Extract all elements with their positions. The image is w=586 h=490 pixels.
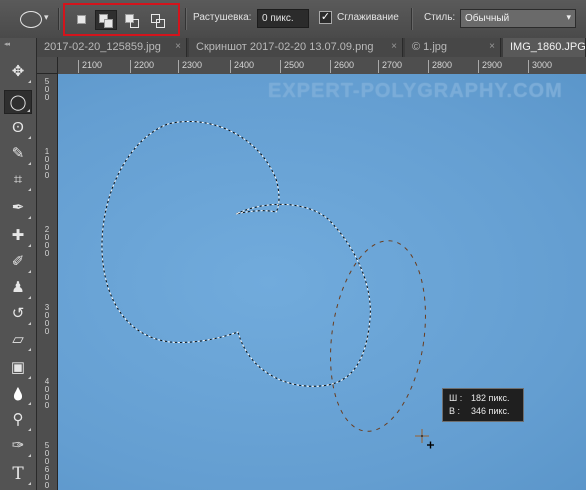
healing-brush-icon: ✚ (11, 227, 25, 244)
tab-document-3[interactable]: © 1.jpg × (405, 38, 501, 57)
width-key: Ш : (449, 393, 463, 403)
healing-brush-tool[interactable]: ✚ (4, 224, 32, 248)
add-to-selection-button[interactable] (95, 10, 117, 30)
feather-label: Растушевка: (193, 12, 252, 23)
ruler-tick: 0 (44, 93, 50, 102)
tab-document-1[interactable]: 2017-02-20_125859.jpg × (37, 38, 187, 57)
ruler-tick: 2200 (130, 60, 154, 73)
divider (185, 8, 187, 30)
eyedropper-tool[interactable]: ✒ (4, 196, 32, 220)
move-icon: ✥ (11, 63, 25, 80)
close-icon[interactable]: × (175, 41, 181, 52)
style-select-value: Обычный (465, 13, 510, 24)
clone-stamp-tool[interactable]: ♟ (4, 276, 32, 300)
feather-input[interactable]: 0 пикс. (257, 9, 309, 28)
history-brush-icon: ↺ (11, 305, 25, 322)
ruler-tick: 2900 (478, 60, 502, 73)
tab-label: © 1.jpg (412, 41, 448, 53)
tab-document-4[interactable]: IMG_1860.JPG (503, 38, 586, 57)
horizontal-ruler[interactable]: 2100 2200 2300 2400 2500 2600 2700 2800 … (58, 57, 586, 75)
new-selection-icon (77, 15, 86, 24)
document-tabs: 2017-02-20_125859.jpg × Скриншот 2017-02… (37, 38, 586, 58)
chevron-down-icon: ▾ (44, 12, 49, 22)
options-bar: ▾ Растушевка: 0 пикс. ✓ Сглаживание Стил… (0, 0, 586, 39)
ruler-tick: 2800 (428, 60, 452, 73)
type-tool[interactable]: T (4, 462, 32, 486)
chevron-down-icon: ▾ (566, 12, 571, 22)
ruler-tick: 2100 (78, 60, 102, 73)
selection-overlay (101, 120, 426, 432)
dodge-tool[interactable]: ⚲ (4, 408, 32, 432)
quick-selection-tool[interactable]: ✎ (4, 142, 32, 166)
selection-size-tooltip: Ш : 182 пикс. В : 346 пикс. (442, 388, 524, 422)
crop-icon: ⌗ (13, 171, 23, 188)
document-canvas[interactable]: EXPERT-POLYGRAPHY.COM Ш :182 пикс. В :34… (58, 74, 586, 490)
ruler-tick: 0 (44, 481, 50, 490)
crosshair-plus-icon (415, 429, 434, 449)
height-value: 346 пикс. (471, 406, 510, 416)
ruler-tick: 2600 (330, 60, 354, 73)
style-select[interactable]: Обычный ▾ (460, 9, 576, 28)
new-selection-button[interactable] (71, 10, 93, 30)
divider (411, 8, 413, 30)
width-value: 182 пикс. (471, 393, 510, 403)
dodge-icon: ⚲ (12, 411, 24, 428)
ruler-tick: 2700 (378, 60, 402, 73)
eyedropper-icon: ✒ (11, 199, 25, 216)
gradient-icon: ▣ (10, 359, 26, 376)
ruler-tick: 0 (44, 401, 50, 410)
elliptical-marquee-icon (20, 11, 42, 28)
ruler-tick: 0 (44, 327, 50, 336)
ruler-tick: 3000 (528, 60, 552, 73)
elliptical-marquee-tool[interactable]: ◯ (4, 90, 32, 114)
ruler-tick: 2500 (280, 60, 304, 73)
tab-label: IMG_1860.JPG (510, 41, 586, 53)
lasso-icon: ʘ (12, 119, 24, 136)
blur-tool[interactable]: 💧 (4, 382, 32, 406)
brush-tool[interactable]: ✐ (4, 250, 32, 274)
elliptical-marquee-icon: ◯ (9, 94, 27, 111)
brush-icon: ✐ (11, 253, 25, 270)
divider (58, 8, 60, 30)
history-brush-tool[interactable]: ↺ (4, 302, 32, 326)
height-key: В : (449, 406, 461, 416)
pen-tool[interactable]: ✑ (4, 434, 32, 458)
pen-icon: ✑ (11, 437, 25, 454)
close-icon[interactable]: × (391, 41, 397, 52)
intersect-with-selection-button[interactable] (147, 10, 169, 30)
ruler-tick: 0 (44, 171, 50, 180)
gradient-tool[interactable]: ▣ (4, 356, 32, 380)
lasso-tool[interactable]: ʘ (4, 116, 32, 140)
selection-mode-group (63, 3, 180, 36)
antialias-label: Сглаживание (337, 12, 399, 23)
tool-preset-picker[interactable]: ▾ (18, 8, 52, 30)
eraser-icon: ▱ (12, 331, 24, 348)
antialias-checkbox[interactable]: ✓ (319, 11, 332, 24)
blur-icon: 💧 (10, 387, 26, 401)
eraser-tool[interactable]: ▱ (4, 328, 32, 352)
ruler-origin[interactable] (37, 57, 58, 74)
ruler-tick: 0 (44, 249, 50, 258)
close-icon[interactable]: × (489, 41, 495, 52)
selection-marquee (101, 120, 371, 387)
ruler-tick: 2400 (230, 60, 254, 73)
tab-document-2[interactable]: Скриншот 2017-02-20 13.07.09.png × (189, 38, 403, 57)
crop-tool[interactable]: ⌗ (4, 168, 32, 192)
ruler-tick: 2300 (178, 60, 202, 73)
panel-grip[interactable]: ◂◂ (4, 40, 10, 48)
subtract-from-selection-button[interactable] (121, 10, 143, 30)
vertical-ruler[interactable]: 5 0 0 1 0 0 0 2 0 0 0 3 0 0 0 4 0 0 0 5 … (37, 74, 58, 490)
style-label: Стиль: (424, 12, 456, 23)
quick-selection-icon: ✎ (11, 145, 25, 162)
move-tool[interactable]: ✥ (4, 60, 32, 84)
tools-panel: ◂◂ ✥ ◯ ʘ ✎ ⌗ ✒ ✚ ✐ ♟ ↺ ▱ ▣ 💧 ⚲ ✑ T (0, 38, 37, 490)
clone-stamp-icon: ♟ (11, 279, 25, 296)
tab-label: 2017-02-20_125859.jpg (44, 41, 161, 53)
selection-preview-ellipse (330, 240, 426, 432)
type-icon: T (12, 464, 24, 484)
tab-label: Скриншот 2017-02-20 13.07.09.png (196, 41, 374, 53)
